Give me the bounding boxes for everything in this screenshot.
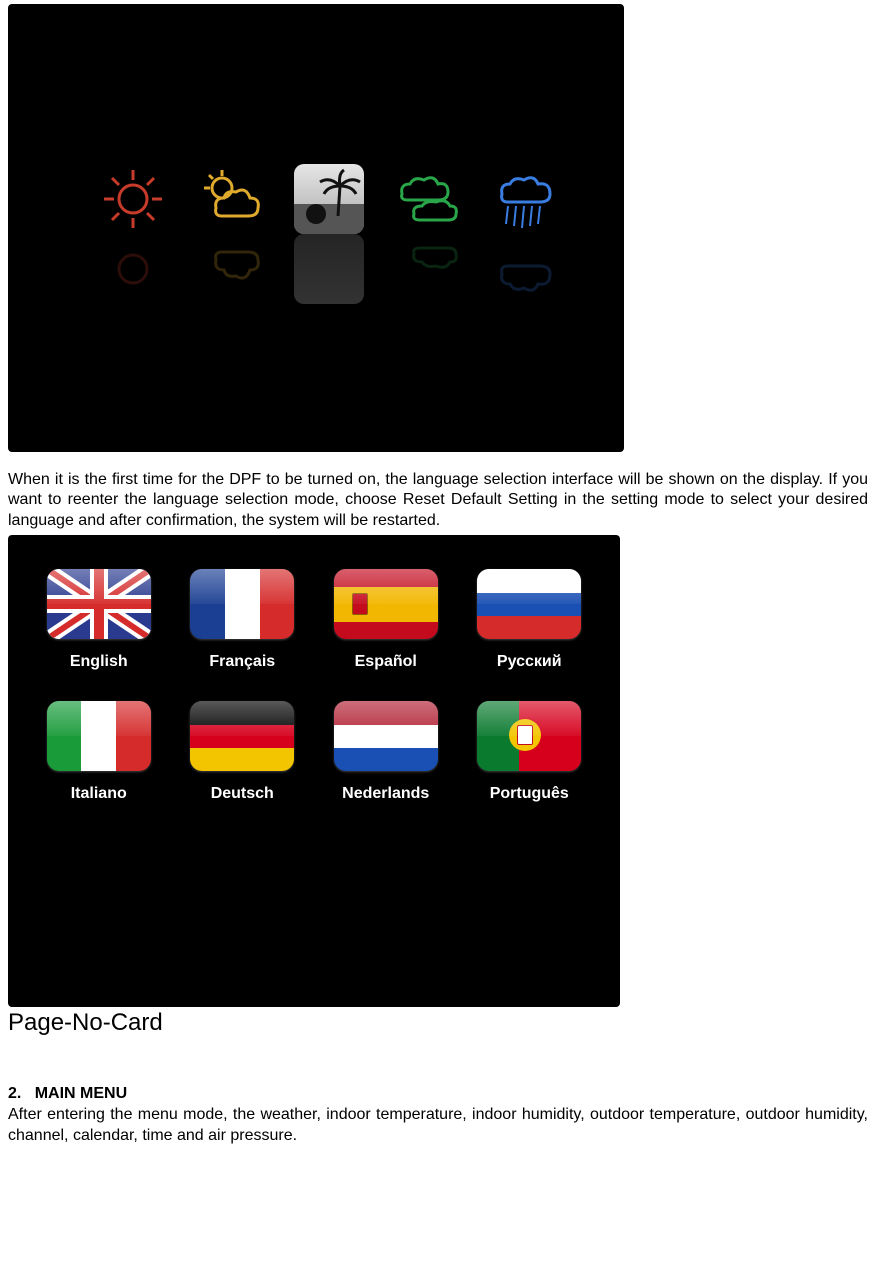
flag-nl-icon [334, 701, 438, 771]
flag-es-icon [334, 569, 438, 639]
language-label: Nederlands [342, 785, 429, 803]
language-option-francais[interactable]: Français [186, 569, 300, 671]
section-number: 2. [8, 1085, 21, 1102]
weather-icon-row [98, 164, 584, 234]
language-label: Português [490, 785, 569, 803]
section-2-heading: 2. MAIN MENU [8, 1085, 868, 1103]
language-grid: English Français Español Русский Italian… [42, 569, 586, 803]
language-option-italiano[interactable]: Italiano [42, 701, 156, 803]
language-label: Español [355, 653, 417, 671]
language-option-english[interactable]: English [42, 569, 156, 671]
language-label: Français [209, 653, 275, 671]
flag-ru-icon [477, 569, 581, 639]
language-option-russian[interactable]: Русский [473, 569, 587, 671]
page-no-label: Page-No-Card [8, 1009, 868, 1037]
flag-uk-icon [47, 569, 151, 639]
flag-pt-icon [477, 701, 581, 771]
language-label: English [70, 653, 128, 671]
flag-it-icon [47, 701, 151, 771]
sun-outline-icon [98, 164, 168, 234]
weather-preview-screen [8, 4, 624, 452]
palm-photo-icon [294, 164, 364, 234]
language-option-espanol[interactable]: Español [329, 569, 443, 671]
section-title: MAIN MENU [35, 1085, 127, 1102]
green-clouds-icon [392, 164, 462, 234]
language-option-deutsch[interactable]: Deutsch [186, 701, 300, 803]
flag-fr-icon [190, 569, 294, 639]
language-label: Deutsch [211, 785, 274, 803]
language-option-nederlands[interactable]: Nederlands [329, 701, 443, 803]
language-option-portugues[interactable]: Português [473, 701, 587, 803]
language-selection-screen: English Français Español Русский Italian… [8, 535, 620, 1007]
language-label: Русский [497, 653, 562, 671]
weather-icon-reflection [98, 234, 584, 304]
sun-cloud-icon [196, 164, 266, 234]
flag-de-icon [190, 701, 294, 771]
language-label: Italiano [71, 785, 127, 803]
intro-paragraph: When it is the first time for the DPF to… [8, 470, 868, 531]
rain-cloud-icon [490, 164, 560, 234]
section-2-body: After entering the menu mode, the weathe… [8, 1105, 868, 1146]
